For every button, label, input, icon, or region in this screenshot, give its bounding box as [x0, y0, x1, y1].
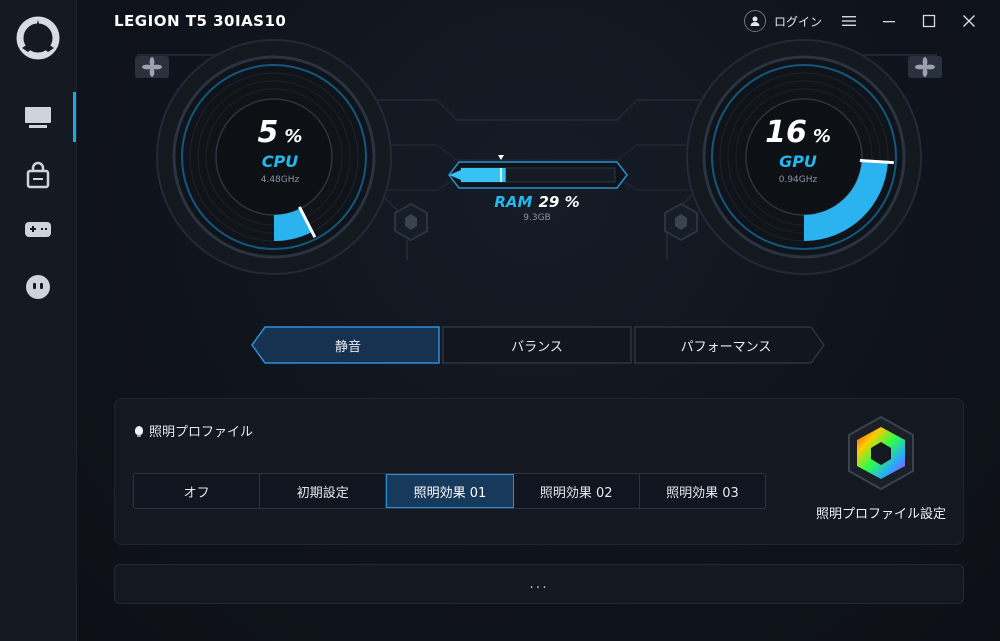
sidebar-item-games[interactable] [0, 205, 76, 255]
gamepad-icon [25, 222, 51, 237]
lighting-tab-effect-03[interactable]: 照明効果 03 [640, 474, 765, 508]
login-label: ログイン [773, 14, 822, 29]
mode-balanced-button[interactable]: バランス [443, 327, 631, 363]
lighting-tab-default[interactable]: 初期設定 [260, 474, 387, 508]
gpu-value: 16% [765, 115, 831, 150]
rgb-hexagon-icon [848, 415, 914, 491]
lighting-tab-effect-01[interactable]: 照明効果 01 [386, 474, 514, 508]
sidebar-item-device[interactable] [0, 92, 76, 142]
menu-icon [842, 16, 856, 26]
maximize-icon [922, 14, 936, 28]
minimize-icon [883, 21, 895, 23]
lighting-tab-effect-02[interactable]: 照明効果 02 [514, 474, 640, 508]
close-icon [963, 15, 975, 27]
lighting-profile-title: 照明プロファイル [149, 425, 254, 440]
robot-face-icon [26, 275, 50, 299]
hex-decoration-right [664, 202, 698, 242]
hex-decoration-left [394, 202, 428, 242]
sidebar [0, 0, 77, 641]
sidebar-item-store[interactable] [0, 150, 76, 200]
gpu-readout: 16% GPU 0.94GHz [728, 115, 868, 185]
ram-label: RAM [494, 193, 533, 211]
lighting-profile-panel: 照明プロファイル オフ 初期設定 照明効果 01 照明効果 02 照明効果 03 [114, 398, 964, 545]
shopping-bag-icon [26, 161, 50, 189]
monitor-icon [25, 107, 51, 128]
main-area: LEGION T5 30IAS10 ログイン 5 % CPU 4.48GHz 1… [77, 0, 1000, 641]
lighting-profile-heading: 照明プロファイル [135, 421, 253, 440]
cpu-frequency: 4.48GHz [260, 175, 300, 185]
fan-icon-left [135, 56, 169, 78]
ram-value: 29 % [538, 193, 580, 211]
system-monitor: 5% CPU 4.48GHz 16% GPU 0.94GHz RAM 29 % 9… [77, 30, 1000, 290]
lighting-tabs: オフ 初期設定 照明効果 01 照明効果 02 照明効果 03 [133, 473, 766, 509]
power-mode-selector: 静音 バランス パフォーマンス [251, 325, 825, 365]
ram-readout: RAM 29 % 9.3GB [467, 193, 607, 223]
lighting-profile-settings-label: 照明プロファイル設定 [815, 507, 946, 522]
mode-performance-button[interactable]: パフォーマンス [635, 327, 817, 363]
app-title: LEGION T5 30IAS10 [114, 12, 287, 30]
cpu-readout: 5% CPU 4.48GHz [210, 115, 350, 185]
user-icon [743, 10, 766, 32]
gpu-frequency: 0.94GHz [778, 175, 818, 185]
bulb-icon [135, 426, 143, 437]
cpu-label: CPU [261, 152, 299, 171]
gpu-label: GPU [779, 152, 817, 171]
lighting-profile-settings-button[interactable]: 照明プロファイル設定 [811, 415, 951, 522]
cpu-value: 5% [257, 115, 303, 150]
sidebar-item-assistant[interactable] [0, 262, 76, 312]
mode-quiet-button[interactable]: 静音 [257, 327, 439, 363]
lighting-tab-off[interactable]: オフ [134, 474, 261, 508]
more-button[interactable]: ... [114, 564, 964, 604]
login-button[interactable]: ログイン [743, 10, 822, 32]
ram-size: 9.3GB [523, 213, 551, 223]
legion-logo-icon [16, 16, 60, 60]
fan-icon-right [908, 56, 942, 78]
